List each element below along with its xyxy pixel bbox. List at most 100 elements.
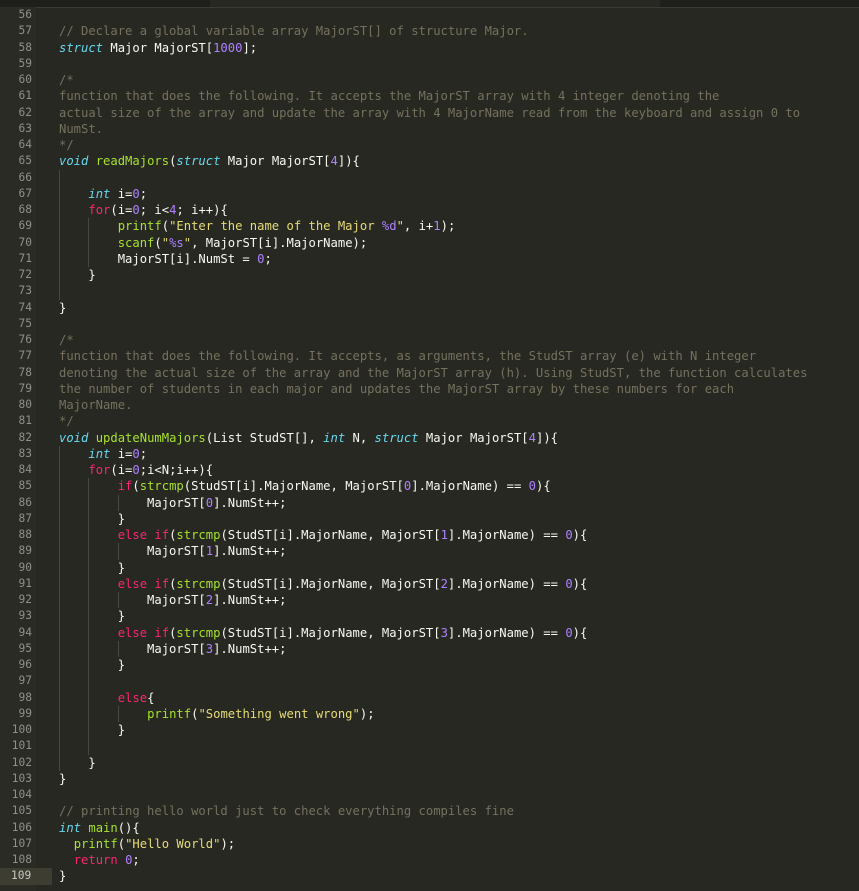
code-line[interactable]: 72 }: [0, 267, 859, 284]
code-line[interactable]: 103}: [0, 771, 859, 787]
code-editor[interactable]: 56 57 // Declare a global variable array M…: [0, 0, 859, 891]
code-line[interactable]: 89 MajorST[1].NumSt++;: [0, 543, 859, 560]
code-line[interactable]: 91 else if(strcmp(StudST[i].MajorName, M…: [0, 575, 859, 592]
code-text[interactable]: printf("Enter the name of the Major %d",…: [59, 218, 456, 234]
code-text[interactable]: else if(strcmp(StudST[i].MajorName, Majo…: [59, 576, 588, 592]
code-line[interactable]: 56: [0, 7, 859, 23]
active-tab[interactable]: [210, 0, 660, 7]
code-text[interactable]: }: [59, 771, 66, 787]
code-text[interactable]: }: [59, 608, 125, 624]
code-text[interactable]: MajorST[2].NumSt++;: [59, 592, 286, 608]
code-text[interactable]: return 0;: [59, 852, 140, 868]
code-text[interactable]: int i=0;: [59, 186, 147, 202]
code-line[interactable]: 64 */: [0, 137, 859, 153]
code-text[interactable]: MajorST[3].NumSt++;: [59, 641, 286, 657]
code-line[interactable]: 100 }: [0, 722, 859, 739]
code-line[interactable]: 83 int i=0;: [0, 445, 859, 462]
code-text[interactable]: MajorST[1].NumSt++;: [59, 543, 286, 559]
code-text[interactable]: }: [59, 511, 125, 527]
code-line[interactable]: 105 // printing hello world just to check…: [0, 803, 859, 819]
code-line[interactable]: 99 printf("Something went wrong");: [0, 705, 859, 722]
code-line[interactable]: 109}: [0, 868, 859, 885]
code-text[interactable]: }: [59, 722, 125, 738]
code-line[interactable]: 96 }: [0, 657, 859, 674]
code-text[interactable]: }: [59, 300, 66, 316]
code-lines[interactable]: 56 57 // Declare a global variable array M…: [0, 7, 859, 885]
code-text[interactable]: }: [59, 755, 95, 771]
code-line[interactable]: 88 else if(strcmp(StudST[i].MajorName, M…: [0, 527, 859, 544]
code-text[interactable]: }: [59, 267, 95, 283]
code-line[interactable]: 98 else{: [0, 689, 859, 706]
code-line[interactable]: 74}: [0, 300, 859, 316]
code-text[interactable]: if(strcmp(StudST[i].MajorName, MajorST[0…: [59, 478, 551, 494]
code-text[interactable]: denoting the actual size of the array an…: [59, 365, 807, 381]
code-text[interactable]: else if(strcmp(StudST[i].MajorName, Majo…: [59, 625, 588, 641]
code-line[interactable]: 69 printf("Enter the name of the Major %…: [0, 218, 859, 235]
code-line[interactable]: 75: [0, 316, 859, 332]
code-line[interactable]: 82 void updateNumMajors(List StudST[], in…: [0, 430, 859, 446]
code-line[interactable]: 61 function that does the following. It a…: [0, 88, 859, 104]
code-line[interactable]: 102 }: [0, 754, 859, 771]
code-line[interactable]: 62 actual size of the array and update th…: [0, 105, 859, 121]
code-line[interactable]: 101: [0, 738, 859, 755]
code-text[interactable]: }: [59, 657, 125, 673]
code-line[interactable]: 90 }: [0, 559, 859, 576]
code-text[interactable]: // Declare a global variable array Major…: [59, 23, 529, 39]
code-line[interactable]: 65 void readMajors(struct Major MajorST[4…: [0, 153, 859, 169]
code-line[interactable]: 107 printf("Hello World");: [0, 836, 859, 852]
code-text[interactable]: int i=0;: [59, 446, 147, 462]
code-line[interactable]: 92 MajorST[2].NumSt++;: [0, 592, 859, 609]
code-text[interactable]: actual size of the array and update the …: [59, 105, 800, 121]
code-text[interactable]: */: [59, 413, 74, 429]
code-text[interactable]: function that does the following. It acc…: [59, 348, 756, 364]
code-line[interactable]: 94 else if(strcmp(StudST[i].MajorName, M…: [0, 624, 859, 641]
code-line[interactable]: 80 MajorName.: [0, 397, 859, 413]
code-text[interactable]: MajorST[0].NumSt++;: [59, 495, 286, 511]
code-line[interactable]: 108 return 0;: [0, 852, 859, 868]
code-line[interactable]: 85 if(strcmp(StudST[i].MajorName, MajorS…: [0, 478, 859, 495]
code-line[interactable]: 70 scanf("%s", MajorST[i].MajorName);: [0, 234, 859, 251]
code-line[interactable]: 66: [0, 169, 859, 186]
code-text[interactable]: else{: [59, 690, 155, 706]
code-line[interactable]: 79 the number of students in each major a…: [0, 381, 859, 397]
code-text[interactable]: /*: [59, 72, 74, 88]
code-text[interactable]: MajorName.: [59, 397, 132, 413]
code-line[interactable]: 57 // Declare a global variable array Maj…: [0, 23, 859, 39]
code-line[interactable]: 71 MajorST[i].NumSt = 0;: [0, 250, 859, 267]
code-line[interactable]: 84 for(i=0;i<N;i++){: [0, 462, 859, 479]
code-line[interactable]: 78 denoting the actual size of the array …: [0, 365, 859, 381]
code-text[interactable]: for(i=0;i<N;i++){: [59, 462, 213, 478]
code-line[interactable]: 81 */: [0, 413, 859, 429]
code-text[interactable]: function that does the following. It acc…: [59, 88, 719, 104]
code-text[interactable]: // printing hello world just to check ev…: [59, 803, 514, 819]
code-text[interactable]: scanf("%s", MajorST[i].MajorName);: [59, 235, 368, 251]
code-text[interactable]: printf("Hello World");: [59, 836, 235, 852]
code-text[interactable]: struct Major MajorST[1000];: [59, 40, 257, 56]
code-text[interactable]: }: [59, 868, 66, 884]
code-line[interactable]: 86 MajorST[0].NumSt++;: [0, 494, 859, 511]
code-text[interactable]: the number of students in each major and…: [59, 381, 734, 397]
code-text[interactable]: }: [59, 560, 125, 576]
code-line[interactable]: 63 NumSt.: [0, 121, 859, 137]
code-line[interactable]: 95 MajorST[3].NumSt++;: [0, 640, 859, 657]
code-text[interactable]: void readMajors(struct Major MajorST[4])…: [59, 153, 360, 169]
code-line[interactable]: 67 int i=0;: [0, 185, 859, 202]
code-line[interactable]: 97: [0, 673, 859, 690]
code-text[interactable]: int main(){: [59, 820, 140, 836]
code-text[interactable]: printf("Something went wrong");: [59, 706, 375, 722]
code-line[interactable]: 87 }: [0, 510, 859, 527]
code-text[interactable]: NumSt.: [59, 121, 103, 137]
code-text[interactable]: */: [59, 137, 74, 153]
code-line[interactable]: 58 struct Major MajorST[1000];: [0, 40, 859, 56]
code-line[interactable]: 59: [0, 56, 859, 72]
code-line[interactable]: 77 function that does the following. It a…: [0, 348, 859, 364]
code-text[interactable]: for(i=0; i<4; i++){: [59, 202, 227, 218]
code-text[interactable]: else if(strcmp(StudST[i].MajorName, Majo…: [59, 527, 588, 543]
code-line[interactable]: 60 /*: [0, 72, 859, 88]
code-line[interactable]: 93 }: [0, 608, 859, 625]
code-text[interactable]: /*: [59, 332, 74, 348]
code-line[interactable]: 73: [0, 283, 859, 300]
code-line[interactable]: 68 for(i=0; i<4; i++){: [0, 202, 859, 219]
code-line[interactable]: 106 int main(){: [0, 820, 859, 836]
code-line[interactable]: 76 /*: [0, 332, 859, 348]
